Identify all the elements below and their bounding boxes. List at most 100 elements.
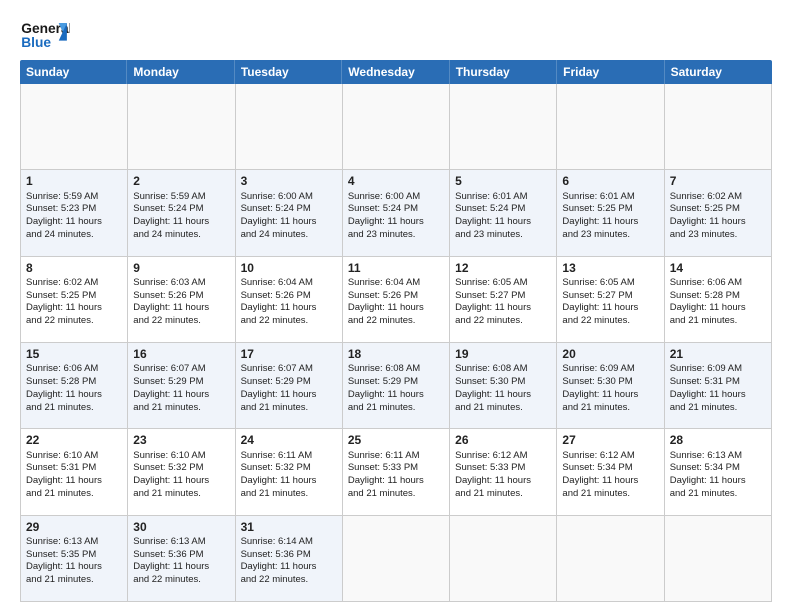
day-cell-20: 20Sunrise: 6:09 AMSunset: 5:30 PMDayligh… [557,343,664,428]
logo: General Blue [20,16,70,52]
empty-cell [236,84,343,169]
day-number: 18 [348,346,444,362]
day-cell-17: 17Sunrise: 6:07 AMSunset: 5:29 PMDayligh… [236,343,343,428]
day-info-line: Sunrise: 6:00 AM [348,191,444,204]
day-info-line: Sunrise: 6:09 AM [562,363,658,376]
day-number: 3 [241,173,337,189]
day-info-line: and 21 minutes. [670,402,766,415]
day-info-line: Sunrise: 6:03 AM [133,277,229,290]
day-info-line: Sunset: 5:30 PM [455,376,551,389]
day-info-line: Daylight: 11 hours [133,302,229,315]
day-info-line: Sunrise: 6:13 AM [133,536,229,549]
empty-cell [343,516,450,601]
day-info-line: Sunset: 5:24 PM [241,203,337,216]
day-info-line: Sunrise: 6:12 AM [455,450,551,463]
day-info-line: Sunset: 5:34 PM [670,462,766,475]
day-cell-1: 1Sunrise: 5:59 AMSunset: 5:23 PMDaylight… [21,170,128,255]
calendar-row-0 [20,84,772,170]
day-number: 17 [241,346,337,362]
day-info-line: Daylight: 11 hours [133,216,229,229]
empty-cell [21,84,128,169]
day-info-line: Daylight: 11 hours [562,389,658,402]
day-number: 19 [455,346,551,362]
day-cell-19: 19Sunrise: 6:08 AMSunset: 5:30 PMDayligh… [450,343,557,428]
day-info-line: Sunrise: 6:07 AM [133,363,229,376]
day-number: 29 [26,519,122,535]
day-info-line: Sunrise: 6:10 AM [133,450,229,463]
day-cell-10: 10Sunrise: 6:04 AMSunset: 5:26 PMDayligh… [236,257,343,342]
day-info-line: Sunset: 5:26 PM [133,290,229,303]
day-info-line: and 21 minutes. [670,315,766,328]
day-cell-5: 5 Sunrise: 6:01 AMSunset: 5:24 PMDaylight… [450,170,557,255]
day-info-line: and 23 minutes. [455,229,551,242]
day-cell-3: 3Sunrise: 6:00 AMSunset: 5:24 PMDaylight… [236,170,343,255]
empty-cell [557,516,664,601]
day-info-line: Sunset: 5:24 PM [133,203,229,216]
day-info-line: Sunset: 5:31 PM [670,376,766,389]
day-cell-18: 18Sunrise: 6:08 AMSunset: 5:29 PMDayligh… [343,343,450,428]
day-cell-29: 29Sunrise: 6:13 AMSunset: 5:35 PMDayligh… [21,516,128,601]
day-info-line: Daylight: 11 hours [348,389,444,402]
day-info-line: and 24 minutes. [133,229,229,242]
day-number: 12 [455,260,551,276]
day-cell-12: 12Sunrise: 6:05 AMSunset: 5:27 PMDayligh… [450,257,557,342]
day-number: 15 [26,346,122,362]
day-info-line: Sunrise: 6:04 AM [348,277,444,290]
day-info-line: and 21 minutes. [670,488,766,501]
day-cell-7: 7Sunrise: 6:02 AMSunset: 5:25 PMDaylight… [665,170,772,255]
day-info-line: Sunset: 5:26 PM [348,290,444,303]
day-info-line: Sunset: 5:24 PM [455,203,551,216]
empty-cell [343,84,450,169]
day-info-line: Sunset: 5:23 PM [26,203,122,216]
day-info-line: Daylight: 11 hours [348,216,444,229]
calendar-body: 1Sunrise: 5:59 AMSunset: 5:23 PMDaylight… [20,84,772,602]
day-cell-15: 15Sunrise: 6:06 AMSunset: 5:28 PMDayligh… [21,343,128,428]
day-info-line: Sunrise: 6:01 AM [562,191,658,204]
day-info-line: Sunrise: 6:01 AM [455,191,551,204]
day-cell-21: 21Sunrise: 6:09 AMSunset: 5:31 PMDayligh… [665,343,772,428]
day-info-line: Sunset: 5:25 PM [562,203,658,216]
day-cell-30: 30Sunrise: 6:13 AMSunset: 5:36 PMDayligh… [128,516,235,601]
day-info-line: and 22 minutes. [348,315,444,328]
calendar-row-1: 1Sunrise: 5:59 AMSunset: 5:23 PMDaylight… [20,170,772,256]
empty-cell [450,84,557,169]
day-cell-16: 16Sunrise: 6:07 AMSunset: 5:29 PMDayligh… [128,343,235,428]
day-info-line: Daylight: 11 hours [133,475,229,488]
day-info-line: and 21 minutes. [26,402,122,415]
logo-icon: General Blue [20,16,70,52]
day-info-line: Daylight: 11 hours [26,561,122,574]
day-info-line: and 23 minutes. [348,229,444,242]
day-info-line: Daylight: 11 hours [562,216,658,229]
day-info-line: and 21 minutes. [241,488,337,501]
day-info-line: Sunset: 5:28 PM [26,376,122,389]
day-number: 20 [562,346,658,362]
calendar-row-3: 15Sunrise: 6:06 AMSunset: 5:28 PMDayligh… [20,343,772,429]
day-info-line: Daylight: 11 hours [455,216,551,229]
day-info-line: Sunset: 5:24 PM [348,203,444,216]
day-number: 6 [562,173,658,189]
day-info-line: Daylight: 11 hours [670,302,766,315]
day-info-line: Daylight: 11 hours [670,475,766,488]
calendar-row-5: 29Sunrise: 6:13 AMSunset: 5:35 PMDayligh… [20,516,772,602]
day-info-line: Sunrise: 5:59 AM [26,191,122,204]
day-info-line: Sunrise: 6:06 AM [670,277,766,290]
day-info-line: and 23 minutes. [670,229,766,242]
day-info-line: and 21 minutes. [455,402,551,415]
empty-cell [557,84,664,169]
day-info-line: and 22 minutes. [133,574,229,587]
day-info-line: Sunrise: 6:05 AM [562,277,658,290]
day-info-line: Daylight: 11 hours [562,302,658,315]
day-cell-6: 6 Sunrise: 6:01 AMSunset: 5:25 PMDaylight… [557,170,664,255]
day-info-line: Sunset: 5:26 PM [241,290,337,303]
day-number: 7 [670,173,766,189]
day-info-line: and 21 minutes. [133,488,229,501]
day-info-line: Daylight: 11 hours [26,389,122,402]
day-info-line: and 23 minutes. [562,229,658,242]
day-info-line: and 21 minutes. [26,574,122,587]
day-info-line: Sunset: 5:27 PM [562,290,658,303]
day-number: 5 [455,173,551,189]
header: General Blue [20,16,772,52]
day-info-line: and 24 minutes. [26,229,122,242]
day-info-line: Daylight: 11 hours [241,475,337,488]
day-info-line: and 22 minutes. [455,315,551,328]
